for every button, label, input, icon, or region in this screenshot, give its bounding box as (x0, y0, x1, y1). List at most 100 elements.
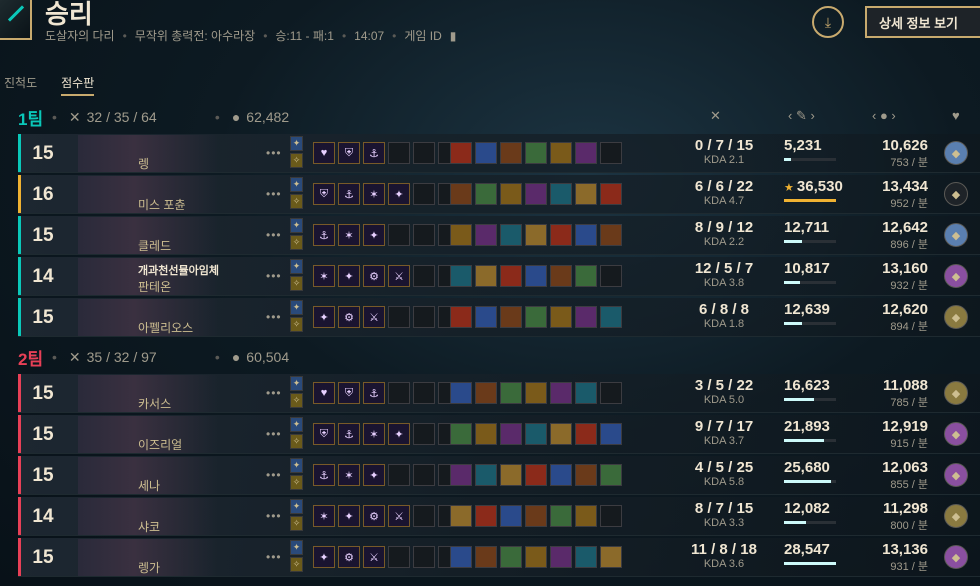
item-icon[interactable] (525, 423, 547, 445)
player-row[interactable]: 15 클레드 ••• ✦ ✧ ⚓ ✶ ✦ 8 / 9 / 12 KDA 2.2 12,711 12,6… (18, 216, 980, 255)
item-icon[interactable] (450, 423, 472, 445)
item-icon[interactable] (550, 546, 572, 568)
item-icon[interactable] (525, 265, 547, 287)
more-options-icon[interactable]: ••• (266, 468, 282, 482)
item-icon[interactable] (500, 306, 522, 328)
honor-emblem-icon[interactable]: ◆ (944, 264, 968, 288)
honor-emblem-icon[interactable]: ◆ (944, 381, 968, 405)
item-icon[interactable] (575, 142, 597, 164)
item-icon[interactable] (500, 546, 522, 568)
honor-emblem-icon[interactable]: ◆ (944, 422, 968, 446)
item-icon[interactable] (475, 265, 497, 287)
item-icon[interactable] (525, 142, 547, 164)
item-icon[interactable] (600, 423, 622, 445)
player-row[interactable]: 15 이즈리얼 ••• ✦ ✧ ⛨ ⚓ ✶ ✦ 9 / 7 / 17 KDA 3.7 21,893 12… (18, 415, 980, 454)
item-icon[interactable] (600, 183, 622, 205)
player-row[interactable]: 15 세나 ••• ✦ ✧ ⚓ ✶ ✦ 4 / 5 / 25 KDA 5.8 25,680 12,06… (18, 456, 980, 495)
item-icon[interactable] (575, 464, 597, 486)
item-icon[interactable] (525, 546, 547, 568)
player-row[interactable]: 15 렝가 ••• ✦ ✧ ✦ ⚙ ⚔ 11 / 8 / 18 KDA 3.6 28,547 13,1… (18, 538, 980, 577)
item-icon[interactable] (600, 224, 622, 246)
player-row[interactable]: 15 카서스 ••• ✦ ✧ ♥ ⛨ ⚓ 3 / 5 / 22 KDA 5.0 16,623 11,0… (18, 374, 980, 413)
item-icon[interactable] (450, 142, 472, 164)
more-options-icon[interactable]: ••• (266, 228, 282, 242)
item-icon[interactable] (575, 265, 597, 287)
item-icon[interactable] (500, 224, 522, 246)
item-icon[interactable] (525, 306, 547, 328)
item-icon[interactable] (500, 382, 522, 404)
more-options-icon[interactable]: ••• (266, 269, 282, 283)
item-icon[interactable] (475, 142, 497, 164)
honor-emblem-icon[interactable]: ◆ (944, 305, 968, 329)
player-row[interactable]: 16 미스 포츈 ••• ✦ ✧ ⛨ ⚓ ✶ ✦ 6 / 6 / 22 KDA 4.7 ★ 36,53… (18, 175, 980, 214)
item-icon[interactable] (500, 142, 522, 164)
tab-progress[interactable]: 진척도 (4, 74, 37, 96)
item-icon[interactable] (525, 183, 547, 205)
item-icon[interactable] (475, 224, 497, 246)
item-icon[interactable] (450, 505, 472, 527)
item-icon[interactable] (500, 505, 522, 527)
item-icon[interactable] (550, 265, 572, 287)
item-icon[interactable] (575, 423, 597, 445)
item-icon[interactable] (500, 464, 522, 486)
item-icon[interactable] (500, 183, 522, 205)
honor-emblem-icon[interactable]: ◆ (944, 463, 968, 487)
item-icon[interactable] (500, 265, 522, 287)
item-icon[interactable] (450, 224, 472, 246)
item-icon[interactable] (475, 546, 497, 568)
item-icon[interactable] (550, 382, 572, 404)
item-icon[interactable] (550, 224, 572, 246)
honor-emblem-icon[interactable]: ◆ (944, 223, 968, 247)
item-icon[interactable] (575, 382, 597, 404)
item-icon[interactable] (475, 505, 497, 527)
item-icon[interactable] (475, 183, 497, 205)
player-row[interactable]: 14 샤코 ••• ✦ ✧ ✶ ✦ ⚙ ⚔ 8 / 7 / 15 KDA 3.3 12,082 11,2… (18, 497, 980, 536)
more-options-icon[interactable]: ••• (266, 509, 282, 523)
player-row[interactable]: 14 개과천선뮬아임체 판테온 ••• ✦ ✧ ✶ ✦ ⚙ ⚔ 12 / 5 / 7 KDA 3.8 1… (18, 257, 980, 296)
summoner-name[interactable]: 개과천선뮬아임체 (138, 262, 219, 278)
honor-emblem-icon[interactable]: ◆ (944, 182, 968, 206)
item-icon[interactable] (450, 546, 472, 568)
more-options-icon[interactable]: ••• (266, 550, 282, 564)
more-options-icon[interactable]: ••• (266, 146, 282, 160)
item-icon[interactable] (525, 224, 547, 246)
item-icon[interactable] (525, 464, 547, 486)
item-icon[interactable] (475, 423, 497, 445)
item-icon[interactable] (550, 306, 572, 328)
item-icon[interactable] (575, 546, 597, 568)
honor-emblem-icon[interactable]: ◆ (944, 504, 968, 528)
item-icon[interactable] (575, 505, 597, 527)
more-options-icon[interactable]: ••• (266, 386, 282, 400)
item-icon[interactable] (450, 265, 472, 287)
item-icon[interactable] (550, 423, 572, 445)
item-icon[interactable] (575, 183, 597, 205)
item-icon[interactable] (525, 505, 547, 527)
copy-icon[interactable]: ▮ (450, 29, 457, 43)
player-row[interactable]: 15 아펠리오스 ••• ✦ ✧ ✦ ⚙ ⚔ 6 / 8 / 8 KDA 1.8 12,639 12,… (18, 298, 980, 337)
game-id[interactable]: 게임 ID (404, 27, 441, 44)
player-row[interactable]: 15 렝 ••• ✦ ✧ ♥ ⛨ ⚓ 0 / 7 / 15 KDA 2.1 5,231 10,626 7… (18, 134, 980, 173)
item-icon[interactable] (550, 183, 572, 205)
download-button[interactable]: ⤓ (812, 6, 844, 38)
item-icon[interactable] (550, 464, 572, 486)
more-options-icon[interactable]: ••• (266, 187, 282, 201)
item-icon[interactable] (550, 142, 572, 164)
item-icon[interactable] (450, 464, 472, 486)
item-icon[interactable] (575, 224, 597, 246)
honor-emblem-icon[interactable]: ◆ (944, 141, 968, 165)
item-icon[interactable] (475, 382, 497, 404)
item-icon[interactable] (450, 183, 472, 205)
item-icon[interactable] (450, 306, 472, 328)
item-icon[interactable] (475, 464, 497, 486)
item-icon[interactable] (525, 382, 547, 404)
tab-scoreboard[interactable]: 점수판 (61, 74, 95, 96)
more-options-icon[interactable]: ••• (266, 427, 282, 441)
item-icon[interactable] (550, 505, 572, 527)
item-icon[interactable] (600, 546, 622, 568)
item-icon[interactable] (600, 306, 622, 328)
item-icon[interactable] (575, 306, 597, 328)
more-options-icon[interactable]: ••• (266, 310, 282, 324)
detail-info-button[interactable]: 상세 정보 보기 (865, 6, 980, 38)
item-icon[interactable] (600, 464, 622, 486)
item-icon[interactable] (500, 423, 522, 445)
